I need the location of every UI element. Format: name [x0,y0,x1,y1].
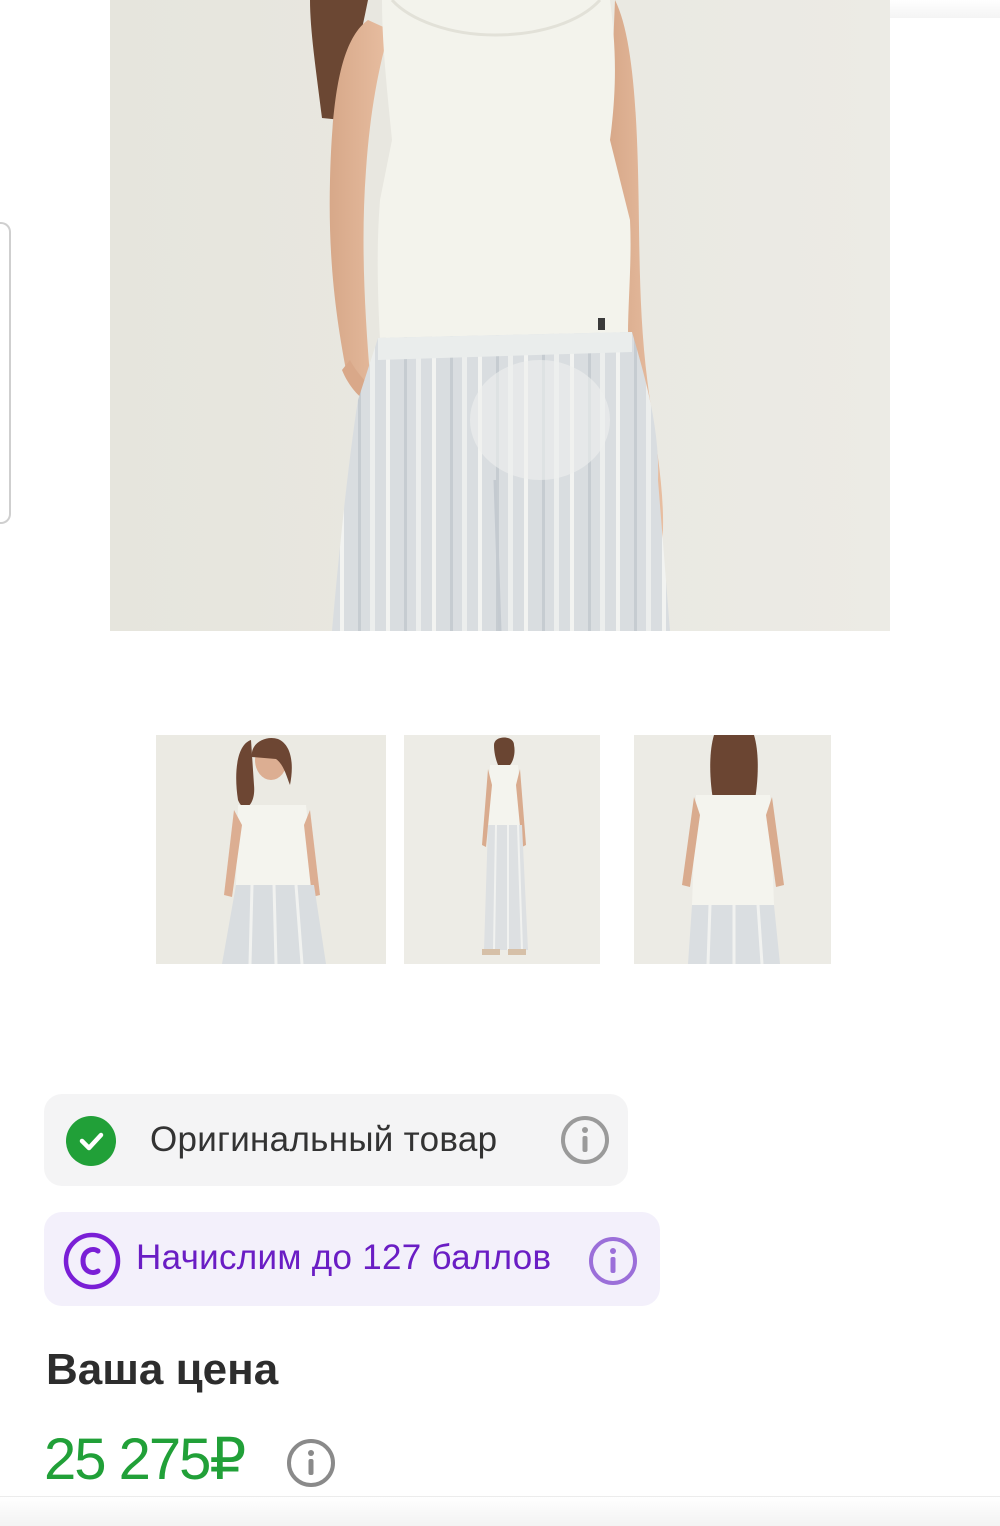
top-fade [890,0,1000,18]
info-icon[interactable] [587,1235,639,1287]
product-page: Оригинальный товар Начислим до 127 балло… [0,0,1000,1526]
product-photo-main[interactable] [110,0,890,631]
original-product-label: Оригинальный товар [150,1120,498,1159]
price-heading: Ваша цена [46,1345,279,1394]
thumbnail-front-closeup[interactable] [156,735,386,964]
info-icon[interactable] [285,1437,337,1489]
bottom-bar-edge [0,1496,1000,1526]
thumbnail-back-view[interactable] [634,735,831,964]
side-scroll-tab[interactable] [0,222,11,524]
thumbnail-full-length[interactable] [404,735,600,964]
info-icon[interactable] [560,1115,610,1165]
bonus-points-label: Начислим до 127 баллов [136,1238,552,1277]
thumbnail-strip [0,735,1000,965]
check-circle-icon [66,1116,116,1166]
bonus-coin-icon [62,1231,122,1291]
price-value: 25 275₽ [44,1427,246,1492]
